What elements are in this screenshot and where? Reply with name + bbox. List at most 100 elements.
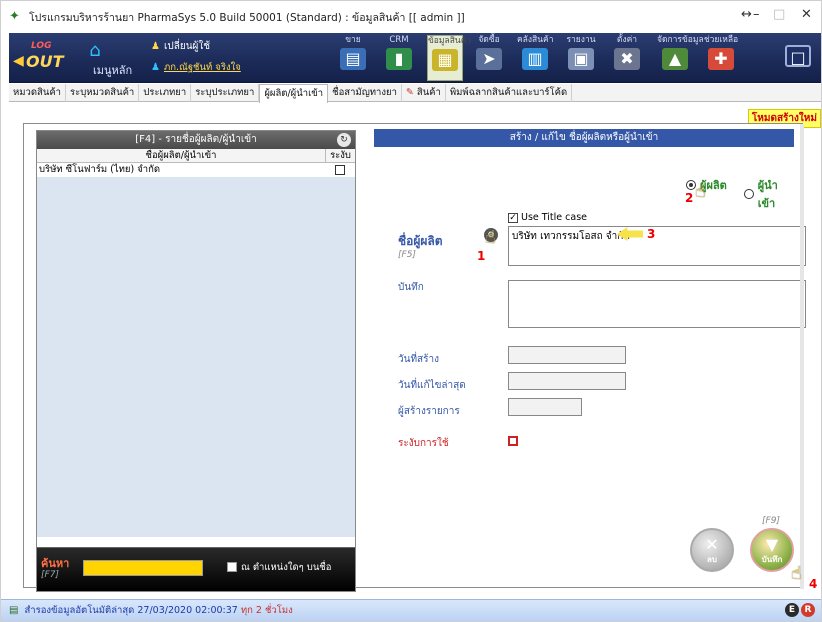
search-bar: ค้นหา [F7] ณ ตำแหน่งใดๆ บนชื่อ xyxy=(37,547,355,591)
search-input[interactable] xyxy=(83,560,203,576)
list-item[interactable]: บริษัท ซีโนฟาร์ม (ไทย) จำกัด xyxy=(37,163,355,177)
suspend-use-checkbox[interactable] xyxy=(508,436,518,446)
data-management-icon: ▲ xyxy=(662,48,688,70)
tab-manufacturer-importer[interactable]: ผู้ผลิต/ผู้นำเข้า xyxy=(259,84,329,103)
report-icon: ▣ xyxy=(568,48,594,70)
tab-drug-type[interactable]: ประเภทยา xyxy=(139,84,192,102)
tab-products[interactable]: ✎ สินค้า xyxy=(402,84,446,102)
note-textarea[interactable] xyxy=(508,280,806,328)
suspend-label: ระงับการใช้ xyxy=(398,438,449,449)
name-label: ชื่อผู้ผลิต xyxy=(398,234,443,248)
note-label: บันทึก xyxy=(398,282,424,293)
modified-field xyxy=(508,372,626,390)
tab-label: ระบุหมวดสินค้า xyxy=(70,87,135,98)
toolbar-product-data-label: ข้อมูลสินค้า xyxy=(428,36,472,46)
save-button[interactable]: ▼ บันทึก xyxy=(750,528,794,572)
anywhere-label: ณ ตำแหน่งใดๆ บนชื่อ xyxy=(241,562,332,573)
window-icon: □ xyxy=(785,45,811,67)
app-window: ✦ โปรแกรมบริหารร้านยา PharmaSys 5.0 Buil… xyxy=(0,0,822,622)
toolbar-purchase-label: จัดซื้อ xyxy=(478,35,500,45)
search-key-hint: [F7] xyxy=(41,570,59,580)
e-badge-icon[interactable]: E xyxy=(785,603,799,617)
main-toolbar: ◀ LOG OUT ⌂ เมนูหลัก ♟ เปลี่ยนผู้ใช้ ♟ ภก.… xyxy=(9,33,821,83)
use-title-case[interactable]: ✓ Use Title case xyxy=(508,212,587,223)
annotation-number: 2 xyxy=(685,191,694,205)
toolbar-report-button[interactable]: รายงาน ▣ xyxy=(563,35,599,81)
restore-arrows-icon[interactable]: ↔ xyxy=(741,7,752,22)
pointer-hand-icon: ☝ xyxy=(695,181,706,202)
pointer-hand-icon: ☝ xyxy=(791,563,802,584)
annotation-number: 1 xyxy=(477,249,486,263)
tab-label: ระบุประเภทยา xyxy=(195,87,255,98)
tab-assign-category[interactable]: ระบุหมวดสินค้า xyxy=(66,84,140,102)
logout-out-text: OUT xyxy=(26,52,64,71)
database-icon: ▤ xyxy=(9,605,19,616)
name-key-hint: [F5] xyxy=(398,250,416,260)
toolbar-sell-label: ขาย xyxy=(345,35,361,45)
toolbar-help-button[interactable]: ช่วยเหลือ ✚ xyxy=(703,35,739,81)
delete-button[interactable]: ✕ ลบ xyxy=(690,528,734,572)
tab-product-category[interactable]: หมวดสินค้า xyxy=(9,84,67,102)
change-user-button[interactable]: ♟ เปลี่ยนผู้ใช้ xyxy=(151,39,241,54)
settings-icon: ✖ xyxy=(614,48,640,70)
modified-label: วันที่แก้ไขล่าสุด xyxy=(398,380,466,391)
purchase-icon: ➤ xyxy=(476,48,502,70)
edit-form-panel: สร้าง / แก้ไข ชื่อผู้ผลิตหรือผู้นำเข้า ผ… xyxy=(374,124,806,586)
user-icon: ♟ xyxy=(151,62,160,73)
maximize-button[interactable]: □ xyxy=(773,7,785,22)
title-bar: ✦ โปรแกรมบริหารร้านยา PharmaSys 5.0 Buil… xyxy=(1,1,821,33)
content-edge xyxy=(800,124,804,589)
toolbar-report-label: รายงาน xyxy=(566,35,596,45)
radio-importer[interactable]: ผู้นำเข้า xyxy=(744,176,794,212)
column-suspend[interactable]: ระงับ xyxy=(325,149,355,162)
suspend-checkbox[interactable] xyxy=(335,165,345,175)
name-input[interactable]: บริษัท เทวกรรมโอสถ จำกัด xyxy=(508,226,806,266)
refresh-icon[interactable]: ↻ xyxy=(337,133,351,147)
list-title: [F4] - รายชื่อผู้ผลิต/ผู้นำเข้า xyxy=(135,134,257,145)
delete-label: ลบ xyxy=(707,555,717,564)
list-columns: ชื่อผู้ผลิต/ผู้นำเข้า ระงับ xyxy=(37,149,355,163)
toolbar-crm-button[interactable]: CRM ▮ xyxy=(381,35,417,81)
tab-assign-drug-type[interactable]: ระบุประเภทยา xyxy=(191,84,260,102)
tab-generic-name[interactable]: ชื่อสามัญทางยา xyxy=(328,84,402,102)
pointer-hand-icon: ☝ xyxy=(485,227,496,248)
cart-icon: ▤ xyxy=(340,48,366,70)
toolbar-purchase-button[interactable]: จัดซื้อ ➤ xyxy=(471,35,507,81)
tab-label: ผู้ผลิต/ผู้นำเข้า xyxy=(264,88,324,99)
annotation-number: 3 xyxy=(647,227,656,241)
tab-print-labels[interactable]: พิมพ์ฉลากสินค้าและบาร์โค้ด xyxy=(446,84,573,102)
close-button[interactable]: ✕ xyxy=(801,7,812,22)
title-case-checkbox[interactable]: ✓ xyxy=(508,212,518,223)
toolbar-sell-button[interactable]: ขาย ▤ xyxy=(335,35,371,81)
warehouse-icon: ▥ xyxy=(522,48,548,70)
toolbar-window-button[interactable]: □ xyxy=(781,35,815,81)
save-key-hint: [F9] xyxy=(762,516,780,526)
window-title: โปรแกรมบริหารร้านยา PharmaSys 5.0 Build … xyxy=(29,11,465,24)
toolbar-warehouse-button[interactable]: คลังสินค้า ▥ xyxy=(517,35,554,81)
backup-interval: ทุก 2 ชั่วโมง xyxy=(240,605,293,616)
user-name[interactable]: ภก.ณัฐชันท์ จริงใจ xyxy=(164,60,241,75)
logout-button[interactable]: ◀ LOG OUT xyxy=(13,41,64,75)
annotation-number: 4 xyxy=(809,577,818,591)
toolbar-product-data-button[interactable]: ข้อมูลสินค้า ▦ xyxy=(427,35,472,81)
toolbar-warehouse-label: คลังสินค้า xyxy=(517,35,554,45)
radio-importer-label: ผู้นำเข้า xyxy=(757,179,778,210)
change-user-label: เปลี่ยนผู้ใช้ xyxy=(163,41,211,52)
tab-label: หมวดสินค้า xyxy=(13,87,62,98)
toolbar-data-management-button[interactable]: จัดการข้อมูล ▲ xyxy=(657,35,704,81)
title-case-label: Use Title case xyxy=(521,212,587,223)
r-badge-icon[interactable]: R xyxy=(801,603,815,617)
person-icon: ♟ xyxy=(151,41,160,52)
toolbar-settings-button[interactable]: ตั้งค่า ✖ xyxy=(609,35,645,81)
help-icon: ✚ xyxy=(708,48,734,70)
column-name[interactable]: ชื่อผู้ผลิต/ผู้นำเข้า xyxy=(37,149,325,162)
minimize-button[interactable]: – xyxy=(753,7,760,22)
tab-bar: หมวดสินค้า ระบุหมวดสินค้า ประเภทยา ระบุป… xyxy=(9,84,821,103)
delete-x-icon: ✕ xyxy=(705,535,719,554)
list-item-name: บริษัท ซีโนฟาร์ม (ไทย) จำกัด xyxy=(39,164,161,175)
tab-label: ประเภทยา xyxy=(143,87,187,98)
crm-icon: ▮ xyxy=(386,48,412,70)
anywhere-checkbox[interactable] xyxy=(227,562,237,572)
main-menu-label: เมนูหลัก xyxy=(93,64,133,77)
main-menu-button[interactable]: ⌂ เมนูหลัก xyxy=(67,41,132,79)
